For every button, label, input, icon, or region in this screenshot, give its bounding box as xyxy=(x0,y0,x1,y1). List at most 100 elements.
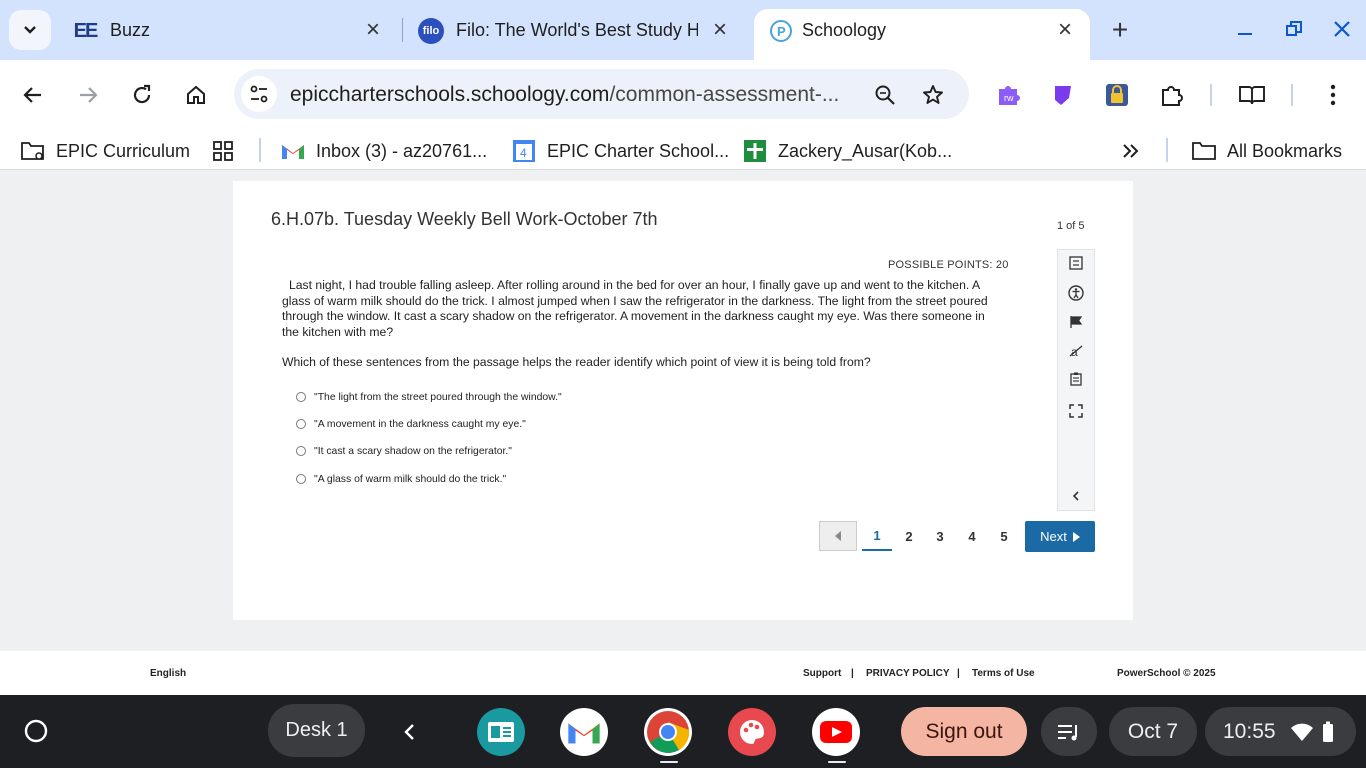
collapse-chevron-left-icon[interactable] xyxy=(1066,486,1086,506)
bookmark-gmail-inbox[interactable]: Inbox (3) - az20761... xyxy=(280,138,487,164)
calendar-icon: 4 xyxy=(511,139,537,163)
zoom-search-icon[interactable] xyxy=(871,81,899,109)
tab-filo[interactable]: filo Filo: The World's Best Study H × xyxy=(404,9,744,51)
classroom-app-icon[interactable] xyxy=(477,708,525,756)
date-tray[interactable]: Oct 7 xyxy=(1109,707,1197,756)
privacy-policy-link[interactable]: PRIVACY POLICY xyxy=(866,668,950,679)
chrome-app-icon[interactable] xyxy=(644,708,692,756)
radio-button[interactable] xyxy=(296,446,306,456)
close-icon[interactable]: × xyxy=(362,16,384,43)
home-icon[interactable] xyxy=(181,80,211,110)
back-arrow-icon[interactable] xyxy=(18,80,48,110)
readwrite-extension-icon[interactable]: rw xyxy=(995,81,1023,109)
answer-eliminator-icon[interactable]: a xyxy=(1066,341,1086,361)
close-icon[interactable]: × xyxy=(709,16,731,43)
toolbar-divider xyxy=(1210,84,1212,106)
triangle-right-icon xyxy=(1072,531,1080,542)
terms-of-use-link[interactable]: Terms of Use xyxy=(972,668,1035,679)
forward-arrow-icon[interactable] xyxy=(73,80,103,110)
answer-choice-d[interactable]: "A glass of warm milk should do the tric… xyxy=(296,471,506,487)
choice-label: "It cast a scary shadow on the refrigera… xyxy=(314,445,512,457)
tab-strip: EE Buzz × filo Filo: The World's Best St… xyxy=(0,0,1366,60)
chevron-down-icon xyxy=(24,26,36,34)
address-bar[interactable]: epiccharterschools.schoology.com/common-… xyxy=(234,69,969,119)
radio-button[interactable] xyxy=(296,474,306,484)
wifi-icon xyxy=(1290,723,1313,741)
purple-extension-icon[interactable] xyxy=(1049,81,1077,109)
page-footer: English Support | PRIVACY POLICY | Terms… xyxy=(0,651,1366,695)
desk-button[interactable]: Desk 1 xyxy=(268,704,365,757)
restore-icon[interactable] xyxy=(1281,14,1307,44)
language-selector[interactable]: English xyxy=(150,668,186,679)
bookmark-label: Zackery_Ausar(Kob... xyxy=(778,140,953,161)
bookmark-divider xyxy=(259,138,261,162)
footer-separator: | xyxy=(957,668,960,679)
answer-choice-b[interactable]: "A movement in the darkness caught my ey… xyxy=(296,416,526,432)
bookmark-star-icon[interactable] xyxy=(919,81,947,109)
apps-grid-icon[interactable] xyxy=(212,138,234,164)
bookmark-label: EPIC Charter School... xyxy=(547,140,730,161)
site-info-icon[interactable] xyxy=(241,76,277,112)
bookmark-epic-charter[interactable]: 4 EPIC Charter School... xyxy=(511,138,729,164)
launcher-icon[interactable] xyxy=(18,713,54,749)
bookmark-zackery[interactable]: Zackery_Ausar(Kob... xyxy=(742,138,952,164)
tab-buzz[interactable]: EE Buzz × xyxy=(58,9,398,51)
bookmark-epic-curriculum[interactable]: EPIC Curriculum xyxy=(20,138,190,164)
radio-button[interactable] xyxy=(296,392,306,402)
notepad-icon[interactable] xyxy=(1066,369,1086,389)
assessment-card: 6.H.07b. Tuesday Weekly Bell Work-Octobe… xyxy=(233,181,1133,620)
sign-out-button[interactable]: Sign out xyxy=(901,707,1027,756)
tab-title: Filo: The World's Best Study H xyxy=(456,20,698,40)
tool-rail: a xyxy=(1057,249,1095,511)
close-icon[interactable]: × xyxy=(1054,16,1076,43)
tab-schoology[interactable]: P Schoology × xyxy=(754,9,1090,60)
schoology-favicon-icon: P xyxy=(768,18,794,44)
browser-toolbar: epiccharterschools.schoology.com/common-… xyxy=(0,60,1366,130)
tab-search-button[interactable] xyxy=(9,10,51,50)
lock-extension-icon[interactable] xyxy=(1103,81,1131,109)
gmail-app-icon[interactable] xyxy=(560,708,608,756)
radio-button[interactable] xyxy=(296,419,306,429)
status-tray[interactable]: 10:55 xyxy=(1205,707,1356,756)
toolbar-divider xyxy=(1291,84,1293,106)
next-button[interactable]: Next xyxy=(1025,521,1095,552)
answer-choice-a[interactable]: "The light from the street poured throug… xyxy=(296,389,562,405)
page-5-button[interactable]: 5 xyxy=(989,521,1019,551)
flag-icon[interactable] xyxy=(1066,312,1086,332)
question-count: 1 of 5 xyxy=(1057,220,1085,232)
bookmark-all-bookmarks[interactable]: All Bookmarks xyxy=(1191,138,1342,164)
support-link[interactable]: Support xyxy=(803,668,841,679)
folder-icon xyxy=(1191,139,1217,163)
canvas-paint-app-icon[interactable] xyxy=(728,708,776,756)
url-text[interactable]: epiccharterschools.schoology.com/common-… xyxy=(290,83,850,107)
fullscreen-icon[interactable] xyxy=(1066,401,1086,421)
shelf-scroll-left-icon[interactable] xyxy=(386,708,434,756)
reload-icon[interactable] xyxy=(127,80,157,110)
youtube-app-icon[interactable] xyxy=(812,708,860,756)
choice-label: "The light from the street poured throug… xyxy=(314,391,562,403)
triangle-left-icon xyxy=(835,531,841,541)
tab-divider xyxy=(402,18,403,42)
close-window-icon[interactable] xyxy=(1329,14,1355,44)
page-1-button[interactable]: 1 xyxy=(862,521,892,551)
new-tab-plus-icon[interactable]: + xyxy=(1106,14,1134,45)
tab-title: Buzz xyxy=(110,20,151,40)
media-controls-icon[interactable] xyxy=(1041,707,1097,756)
bookmark-label: All Bookmarks xyxy=(1227,140,1343,161)
minimize-icon[interactable] xyxy=(1232,14,1258,44)
extensions-puzzle-icon[interactable] xyxy=(1158,81,1186,109)
answer-choice-c[interactable]: "It cast a scary shadow on the refrigera… xyxy=(296,443,512,459)
page-2-button[interactable]: 2 xyxy=(894,521,924,551)
more-menu-icon[interactable] xyxy=(1319,81,1347,109)
accessibility-icon[interactable] xyxy=(1066,283,1086,303)
more-bookmarks-chevron-icon[interactable] xyxy=(1120,138,1142,164)
bookmark-divider xyxy=(1166,138,1168,162)
running-indicator xyxy=(828,761,846,763)
page-3-button[interactable]: 3 xyxy=(925,521,955,551)
page-4-button[interactable]: 4 xyxy=(957,521,987,551)
previous-button[interactable] xyxy=(819,521,857,551)
reading-mode-icon[interactable] xyxy=(1238,81,1266,109)
question-list-icon[interactable] xyxy=(1066,253,1086,273)
url-path: /common-assessment-... xyxy=(609,83,840,106)
os-shelf: Desk 1 Sign out Oct 7 10:55 xyxy=(0,695,1366,768)
